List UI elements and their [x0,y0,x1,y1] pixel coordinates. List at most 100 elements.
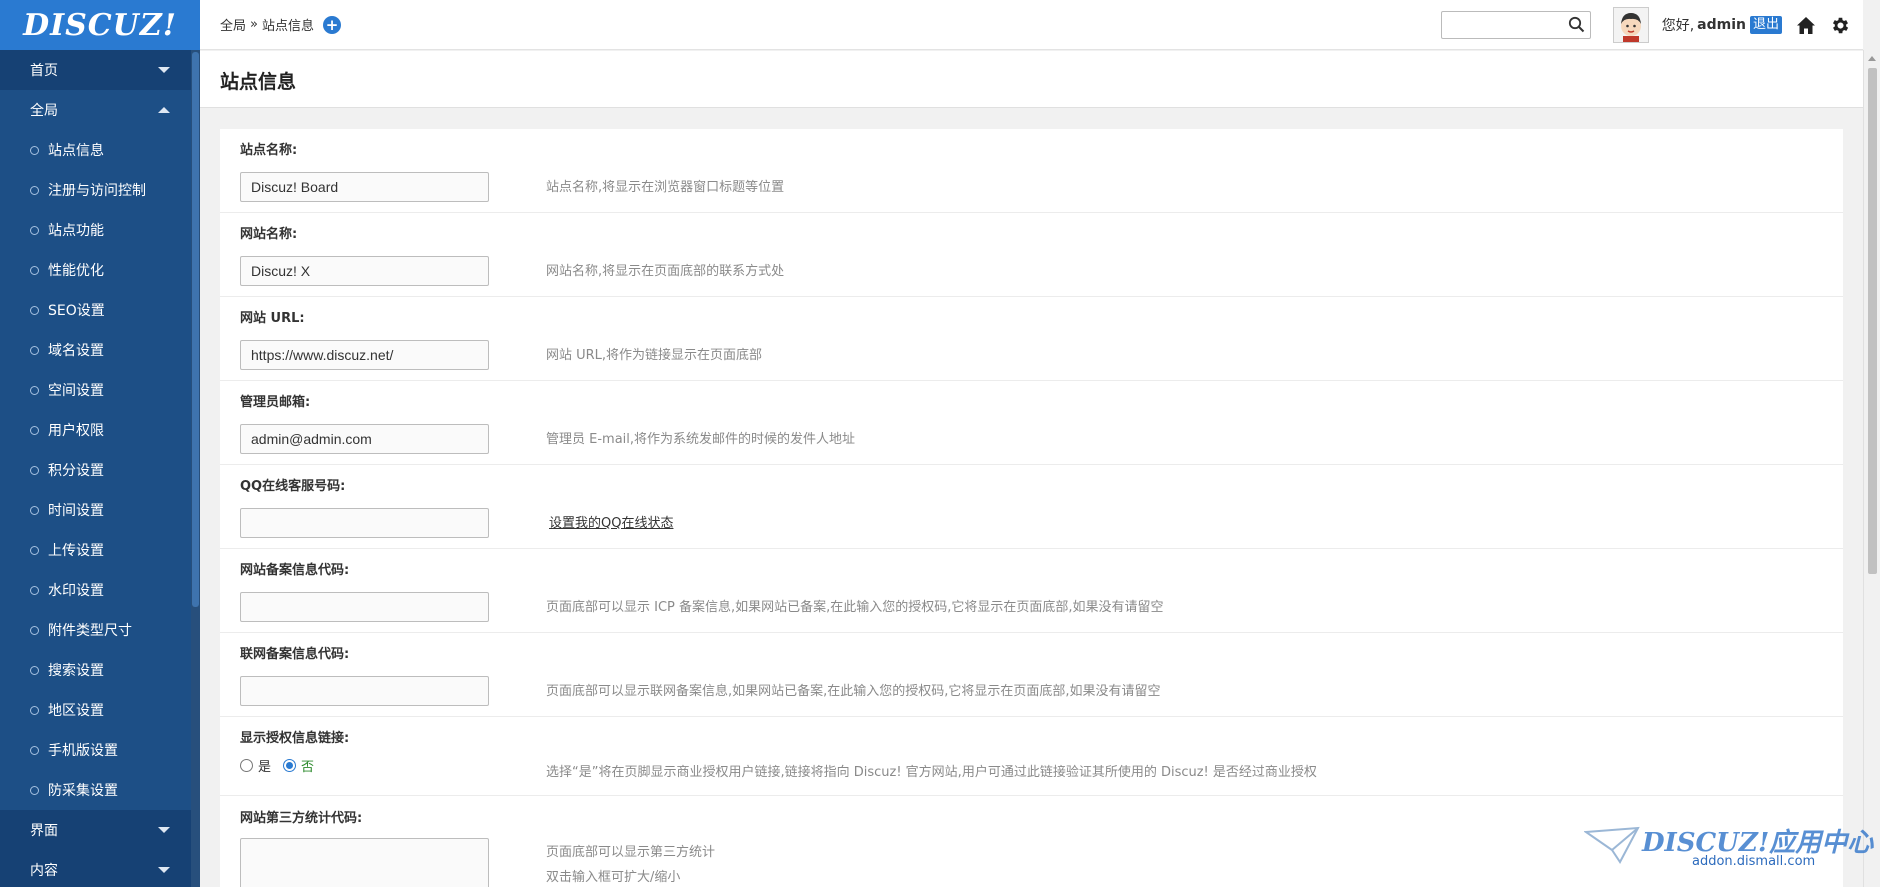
sidebar-item[interactable]: 上传设置 [0,530,200,570]
sidebar-item-label: 空间设置 [48,383,104,399]
field-help: 页面底部可以显示 ICP 备案信息,如果网站已备案,在此输入您的授权码,它将显示… [546,600,1164,615]
field-help: 管理员 E-mail,将作为系统发邮件的时候的发件人地址 [546,432,856,447]
admin-email-input[interactable] [240,424,489,454]
form-row-site-name: 站点名称: 站点名称,将显示在浏览器窗口标题等位置 [220,129,1843,213]
sidebar-item[interactable]: 积分设置 [0,450,200,490]
breadcrumb-root[interactable]: 全局 [220,15,246,34]
sidebar-scrollbar-thumb[interactable] [192,52,199,607]
sidebar-item-label: 用户权限 [48,423,104,439]
watermark: DISCUZ!应用中心 addon.dismall.com [1584,822,1873,872]
field-help: 页面底部可以显示第三方统计 [546,845,716,860]
bullet-icon [30,225,39,235]
bullet-icon [30,665,39,675]
logo[interactable]: DISCUZ! [0,0,200,50]
page-title-bar: 站点信息 [200,51,1863,108]
bullet-icon [30,305,39,315]
sidebar-group-home[interactable]: 首页 [0,50,200,90]
sidebar-item[interactable]: 搜索设置 [0,650,200,690]
username: admin [1697,17,1746,33]
sidebar-item[interactable]: 时间设置 [0,490,200,530]
sidebar-item[interactable]: SEO设置 [0,290,200,330]
sidebar-group-interface[interactable]: 界面 [0,810,200,850]
breadcrumb: 全局 » 站点信息 + [220,15,341,34]
bullet-icon [30,505,39,515]
field-label: QQ在线客服号码: [240,479,346,494]
logo-text: DISCUZ! [23,7,177,43]
site-url-input[interactable] [240,340,489,370]
bullet-icon [30,625,39,635]
chevron-down-icon [158,67,170,73]
bullet-icon [30,585,39,595]
police-code-input[interactable] [240,676,489,706]
sidebar-item[interactable]: 防采集设置 [0,770,200,810]
home-icon[interactable] [1796,16,1816,35]
radio-no-label[interactable]: 否 [301,756,314,775]
sidebar-item[interactable]: 地区设置 [0,690,200,730]
sidebar-item-label: 注册与访问控制 [48,183,146,199]
website-name-input[interactable] [240,256,489,286]
sidebar-scrollbar[interactable] [191,50,200,887]
sidebar-item[interactable]: 域名设置 [0,330,200,370]
scroll-up-icon[interactable] [1868,56,1876,61]
sidebar-item[interactable]: 附件类型尺寸 [0,610,200,650]
field-label: 显示授权信息链接: [240,731,350,746]
field-label: 网站备案信息代码: [240,563,350,578]
sidebar-group-content[interactable]: 内容 [0,850,200,887]
logout-button[interactable]: 退出 [1749,16,1782,34]
top-right-tools: 您好, admin 退出 [1440,0,1863,50]
qq-service-input[interactable] [240,508,489,538]
bullet-icon [30,545,39,555]
gear-icon[interactable] [1830,15,1851,36]
settings-panel: 站点名称: 站点名称,将显示在浏览器窗口标题等位置 网站名称: 网站名称,将显示… [220,129,1843,887]
radio-no[interactable] [283,759,297,772]
icp-code-input[interactable] [240,592,489,622]
sidebar-item[interactable]: 性能优化 [0,250,200,290]
qq-status-link[interactable]: 设置我的QQ在线状态 [549,512,673,531]
sidebar-group-global[interactable]: 全局 [0,90,200,130]
form-row-website-name: 网站名称: 网站名称,将显示在页面底部的联系方式处 [220,213,1843,297]
sidebar-item-label: 防采集设置 [48,783,118,799]
sidebar-item-label: 附件类型尺寸 [48,623,132,639]
sidebar-item[interactable]: 注册与访问控制 [0,170,200,210]
sidebar-item-label: 时间设置 [48,503,104,519]
field-label: 管理员邮箱: [240,395,311,410]
search-icon[interactable] [1568,16,1585,37]
sidebar-item-label: 站点功能 [48,223,104,239]
sidebar-item-label: 手机版设置 [48,743,118,759]
site-name-input[interactable] [240,172,489,202]
paper-plane-icon [1584,826,1640,864]
sidebar-group-label: 内容 [30,863,58,879]
radio-yes-label[interactable]: 是 [258,756,271,775]
form-row-site-url: 网站 URL: 网站 URL,将作为链接显示在页面底部 [220,297,1843,381]
sidebar-item[interactable]: 手机版设置 [0,730,200,770]
main-scrollbar-thumb[interactable] [1868,68,1877,574]
field-label: 网站 URL: [240,311,305,326]
sidebar-item[interactable]: 空间设置 [0,370,200,410]
form-row-icp-code: 网站备案信息代码: 页面底部可以显示 ICP 备案信息,如果网站已备案,在此输入… [220,549,1843,633]
bullet-icon [30,385,39,395]
sidebar-group-label: 全局 [30,103,58,119]
add-shortcut-button[interactable]: + [323,15,341,34]
sidebar-item[interactable]: 站点信息 [0,130,200,170]
breadcrumb-current: 站点信息 [261,19,314,34]
bullet-icon [30,425,39,435]
main-scrollbar[interactable] [1863,50,1880,887]
bullet-icon [30,345,39,355]
field-help-secondary: 双击输入框可扩大/缩小 [546,870,681,885]
radio-yes[interactable] [240,759,253,772]
sidebar-item[interactable]: 水印设置 [0,570,200,610]
breadcrumb-separator: » [250,17,258,32]
bullet-icon [30,185,39,195]
chevron-down-icon [158,827,170,833]
stats-code-textarea[interactable] [240,838,489,887]
sidebar-item[interactable]: 用户权限 [0,410,200,450]
avatar[interactable] [1612,7,1649,43]
field-label: 站点名称: [240,143,298,158]
bullet-icon [30,745,39,755]
search-input[interactable] [1441,12,1560,38]
sidebar-nav-list: 站点信息注册与访问控制 站点功能性能优化 SEO设置 域名设置空间设置用户权限积分设置… [0,130,200,810]
sidebar-item[interactable]: 站点功能 [0,210,200,250]
chevron-down-icon [158,867,170,873]
sidebar-item-label: 搜索设置 [48,663,104,679]
greeting-text: 您好, [1661,18,1695,34]
